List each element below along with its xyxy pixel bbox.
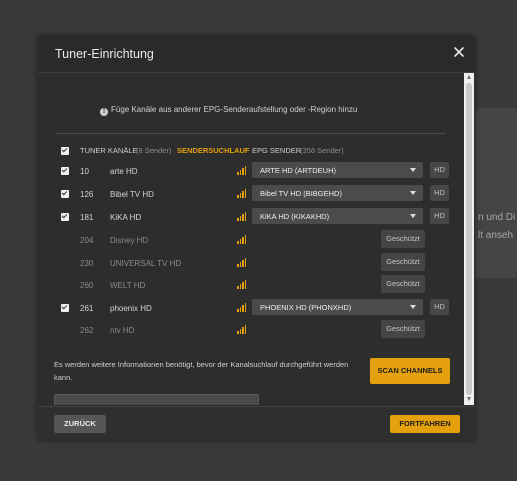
add-channels-hint[interactable]: ! Füge Kanäle aus anderer EPG-Senderaufst… <box>100 105 357 116</box>
background-text-1: n und Di <box>478 212 516 223</box>
channel-number: 10 <box>80 167 89 176</box>
info-message: Es werden weitere Informationen benötigt… <box>54 360 349 382</box>
channel-row: 260 WELT HD Geschützt <box>38 274 464 296</box>
epg-channel-select[interactable]: Bibel TV HD (BIBGEHD) <box>252 185 423 201</box>
tuner-channels-header: TUNER KANÄLE <box>80 146 138 155</box>
epg-channels-header: EPG SENDER <box>252 146 302 155</box>
signal-icon <box>237 280 247 289</box>
epg-channel-select-value: ARTE HD (ARTDEUH) <box>260 166 336 175</box>
close-icon[interactable] <box>451 44 467 60</box>
scroll-down-arrow[interactable]: ▼ <box>464 395 474 405</box>
chevron-down-icon <box>410 305 416 309</box>
chevron-down-icon <box>410 191 416 195</box>
divider <box>56 133 446 134</box>
epg-channel-select[interactable]: ARTE HD (ARTDEUH) <box>252 162 423 178</box>
hd-button[interactable]: HD <box>430 208 449 224</box>
channel-number: 181 <box>80 213 94 222</box>
scroll-up-arrow[interactable]: ▲ <box>464 73 474 83</box>
signal-icon <box>237 235 247 244</box>
chevron-down-icon <box>410 214 416 218</box>
epg-channel-count: (356 Sender) <box>300 146 344 155</box>
scrollbar-thumb[interactable] <box>466 83 472 395</box>
channel-name: ntv HD <box>110 326 135 335</box>
tuner-channel-count: (8 Sender) <box>136 146 172 155</box>
back-button[interactable]: ZURÜCK <box>54 415 106 433</box>
channel-checkbox[interactable] <box>61 190 69 198</box>
epg-channel-select-value: Bibel TV HD (BIBGEHD) <box>260 189 342 198</box>
protected-button[interactable]: Geschützt <box>381 320 425 338</box>
channel-number: 230 <box>80 259 94 268</box>
channel-checkbox[interactable] <box>61 213 69 221</box>
channel-number: 204 <box>80 236 94 245</box>
channel-number: 261 <box>80 304 94 313</box>
protected-button[interactable]: Geschützt <box>381 230 425 248</box>
epg-channel-select-value: KiKA HD (KIKAKHD) <box>260 212 330 221</box>
hd-button[interactable]: HD <box>430 185 449 201</box>
dialog-content: ! Füge Kanäle aus anderer EPG-Senderaufst… <box>38 73 464 405</box>
channel-row: 126 Bibel TV HD Bibel TV HD (BIBGEHD) HD <box>38 183 464 205</box>
epg-channel-select-value: PHOENIX HD (PHONXHD) <box>260 303 352 312</box>
signal-icon <box>237 303 247 312</box>
channel-number: 126 <box>80 190 94 199</box>
select-all-checkbox[interactable] <box>61 147 69 155</box>
signal-icon <box>237 189 247 198</box>
protected-button[interactable]: Geschützt <box>381 253 425 271</box>
background-text-2: lt anseh <box>478 230 514 241</box>
channel-checkbox[interactable] <box>61 304 69 312</box>
channel-name: phoenix HD <box>110 304 152 313</box>
channel-name: KiKA HD <box>110 213 142 222</box>
channel-checkbox[interactable] <box>61 167 69 175</box>
signal-icon <box>237 166 247 175</box>
channel-row: 10 arte HD ARTE HD (ARTDEUH) HD <box>38 160 464 182</box>
scan-channels-button[interactable]: SCAN CHANNELS <box>370 358 450 384</box>
channel-name: Bibel TV HD <box>110 190 154 199</box>
dialog-title: Tuner-Einrichtung <box>55 47 154 61</box>
channel-name: UNIVERSAL TV HD <box>110 259 182 268</box>
signal-icon <box>237 325 247 334</box>
signal-icon <box>237 212 247 221</box>
channel-scan-header[interactable]: SENDERSUCHLAUF <box>177 146 250 155</box>
channel-row: 181 KiKA HD KiKA HD (KIKAKHD) HD <box>38 206 464 228</box>
text-input[interactable] <box>54 394 259 405</box>
tuner-setup-dialog: Tuner-Einrichtung ! Füge Kanäle aus ander… <box>38 36 475 441</box>
channel-name: Disney HD <box>110 236 149 245</box>
epg-channel-select[interactable]: PHOENIX HD (PHONXHD) <box>252 299 423 315</box>
dialog-footer: ZURÜCK FORTFAHREN <box>38 406 475 441</box>
hd-button[interactable]: HD <box>430 299 449 315</box>
add-channels-hint-text: Füge Kanäle aus anderer EPG-Senderaufste… <box>111 105 358 114</box>
channel-name: WELT HD <box>110 281 146 290</box>
scrollbar[interactable]: ▲ ▼ <box>464 73 474 405</box>
dialog-header: Tuner-Einrichtung <box>38 36 475 73</box>
channel-number: 260 <box>80 281 94 290</box>
channel-name: arte HD <box>110 167 138 176</box>
channel-row: 262 ntv HD Geschützt <box>38 319 464 341</box>
channel-number: 262 <box>80 326 94 335</box>
continue-button[interactable]: FORTFAHREN <box>390 415 460 433</box>
background-panel <box>475 108 517 278</box>
signal-icon <box>237 258 247 267</box>
epg-channel-select[interactable]: KiKA HD (KIKAKHD) <box>252 208 423 224</box>
protected-button[interactable]: Geschützt <box>381 275 425 293</box>
info-icon: ! <box>100 108 108 116</box>
channel-row: 261 phoenix HD PHOENIX HD (PHONXHD) HD <box>38 297 464 319</box>
channel-row: 230 UNIVERSAL TV HD Geschützt <box>38 252 464 274</box>
hd-button[interactable]: HD <box>430 162 449 178</box>
chevron-down-icon <box>410 168 416 172</box>
channel-row: 204 Disney HD Geschützt <box>38 229 464 251</box>
